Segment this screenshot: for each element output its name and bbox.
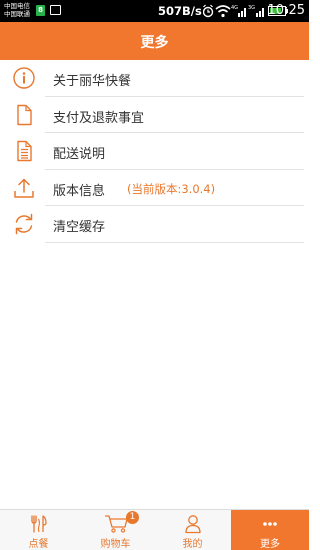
carrier-names: 中国电信 中国联通 <box>4 2 30 18</box>
tab-label: 更多 <box>260 539 280 550</box>
person-icon <box>184 515 201 534</box>
carrier-2: 中国联通 <box>4 10 30 18</box>
sim-notification-icon: 8 <box>36 5 45 16</box>
image-notification-icon <box>50 5 61 15</box>
menu-item-version[interactable]: 版本信息 (当前版本:3.0.4) <box>0 170 309 206</box>
status-bar: 中国电信 中国联通 8 507B/s 4G 3G 10:25 <box>0 0 309 22</box>
carrier-1: 中国电信 <box>4 2 30 10</box>
status-icons: 4G 3G <box>203 4 264 18</box>
tab-cart[interactable]: 1 购物车 <box>77 510 154 550</box>
menu-item-payment-refund[interactable]: 支付及退款事宜 <box>0 97 309 133</box>
network-speed: 507B/s <box>158 4 202 18</box>
menu-item-label: 配送说明 <box>53 147 106 162</box>
divider <box>45 241 304 243</box>
menu-item-label: 支付及退款事宜 <box>53 110 145 126</box>
svg-text:3G: 3G <box>248 5 255 11</box>
menu-item-about[interactable]: 关于丽华快餐 <box>0 60 309 97</box>
current-version-text: (当前版本:3.0.4) <box>127 181 216 196</box>
tab-order[interactable]: 点餐 <box>0 510 77 550</box>
menu-item-delivery[interactable]: 配送说明 <box>0 133 309 170</box>
tab-label: 我的 <box>182 539 203 550</box>
tab-mine[interactable]: 我的 <box>154 510 231 550</box>
menu-item-label: 清空缓存 <box>53 220 106 235</box>
menu-item-clear-cache[interactable]: 清空缓存 <box>0 206 309 243</box>
bottom-navigation: 点餐 1 购物车 我的 更多 <box>0 509 309 550</box>
svg-text:4G: 4G <box>231 5 238 11</box>
document-lines-icon <box>17 140 32 162</box>
menu-list: 关于丽华快餐 支付及退款事宜 配送说明 版本信息 (当前版本:3.0.4) 清空… <box>0 60 309 243</box>
tab-label: 购物车 <box>100 539 131 550</box>
info-icon <box>13 67 35 89</box>
alarm-icon <box>203 4 214 18</box>
refresh-icon <box>15 213 33 235</box>
tab-label: 点餐 <box>28 539 49 550</box>
page-title: 更多 <box>140 35 169 51</box>
signal-icon-1: 4G <box>231 5 246 17</box>
signal-icon-2: 3G <box>248 5 264 17</box>
cart-count-badge: 1 <box>126 511 139 524</box>
document-icon <box>17 104 32 125</box>
title-bar: 更多 <box>0 22 309 60</box>
menu-item-label: 版本信息 <box>53 183 106 199</box>
upload-icon <box>14 178 34 198</box>
tab-more[interactable]: 更多 <box>231 510 309 550</box>
more-dots-icon <box>263 522 277 526</box>
menu-item-label: 关于丽华快餐 <box>53 74 132 89</box>
wifi-icon <box>215 5 231 18</box>
fork-knife-icon <box>30 515 47 533</box>
clock: 10:25 <box>267 3 305 18</box>
